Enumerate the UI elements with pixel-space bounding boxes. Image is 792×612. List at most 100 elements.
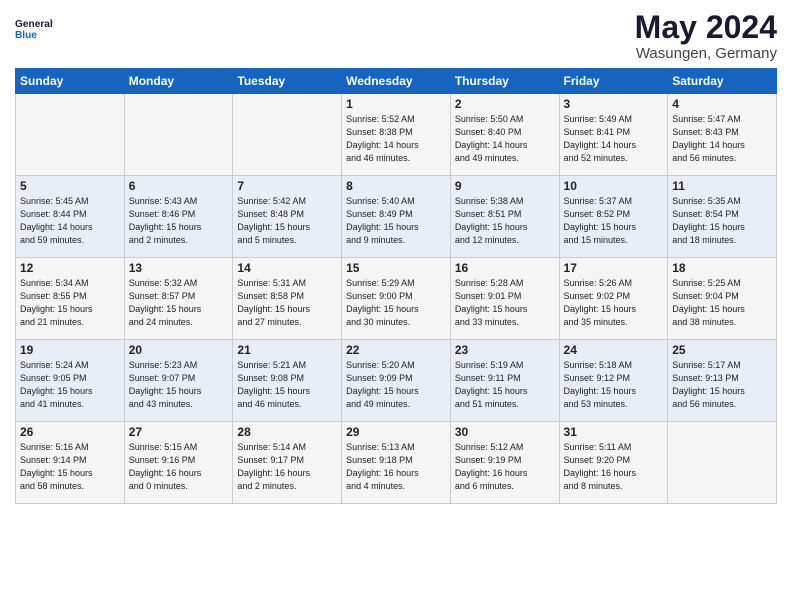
day-cell: 13 Sunrise: 5:32 AMSunset: 8:57 PMDayligh… (124, 258, 233, 340)
day-number: 1 (346, 97, 446, 111)
day-info: Sunrise: 5:52 AMSunset: 8:38 PMDaylight:… (346, 113, 446, 165)
day-cell: 20 Sunrise: 5:23 AMSunset: 9:07 PMDayligh… (124, 340, 233, 422)
month-title: May 2024 (635, 10, 777, 45)
day-info: Sunrise: 5:50 AMSunset: 8:40 PMDaylight:… (455, 113, 555, 165)
col-sunday: Sunday (16, 69, 125, 94)
day-number: 15 (346, 261, 446, 275)
header: General Blue May 2024 Wasungen, Germany (15, 10, 777, 62)
day-cell: 9Sunrise: 5:38 AMSunset: 8:51 PMDaylight… (450, 176, 559, 258)
week-row-3: 12 Sunrise: 5:34 AMSunset: 8:55 PMDayligh… (16, 258, 777, 340)
day-cell: 22 Sunrise: 5:20 AMSunset: 9:09 PMDayligh… (342, 340, 451, 422)
day-info: Sunrise: 5:13 AMSunset: 9:18 PMDaylight:… (346, 441, 446, 493)
svg-text:Blue: Blue (15, 30, 37, 41)
day-info: Sunrise: 5:15 AMSunset: 9:16 PMDaylight:… (129, 441, 229, 493)
day-info: Sunrise: 5:45 AMSunset: 8:44 PMDaylight:… (20, 195, 120, 247)
day-number: 2 (455, 97, 555, 111)
col-monday: Monday (124, 69, 233, 94)
day-info: Sunrise: 5:43 AMSunset: 8:46 PMDaylight:… (129, 195, 229, 247)
day-number: 19 (20, 343, 120, 357)
header-row: Sunday Monday Tuesday Wednesday Thursday… (16, 69, 777, 94)
calendar-table: Sunday Monday Tuesday Wednesday Thursday… (15, 68, 777, 504)
day-number: 23 (455, 343, 555, 357)
day-number: 10 (564, 179, 664, 193)
day-info: Sunrise: 5:11 AMSunset: 9:20 PMDaylight:… (564, 441, 664, 493)
day-number: 12 (20, 261, 120, 275)
day-info: Sunrise: 5:12 AMSunset: 9:19 PMDaylight:… (455, 441, 555, 493)
day-cell: 8 Sunrise: 5:40 AMSunset: 8:49 PMDaylight… (342, 176, 451, 258)
col-tuesday: Tuesday (233, 69, 342, 94)
day-cell: 17 Sunrise: 5:26 AMSunset: 9:02 PMDayligh… (559, 258, 668, 340)
day-cell: 2 Sunrise: 5:50 AMSunset: 8:40 PMDaylight… (450, 94, 559, 176)
day-number: 6 (129, 179, 229, 193)
day-number: 11 (672, 179, 772, 193)
day-cell (668, 422, 777, 504)
week-row-2: 5Sunrise: 5:45 AMSunset: 8:44 PMDaylight… (16, 176, 777, 258)
day-number: 30 (455, 425, 555, 439)
col-wednesday: Wednesday (342, 69, 451, 94)
day-info: Sunrise: 5:32 AMSunset: 8:57 PMDaylight:… (129, 277, 229, 329)
day-number: 9 (455, 179, 555, 193)
day-info: Sunrise: 5:26 AMSunset: 9:02 PMDaylight:… (564, 277, 664, 329)
day-number: 20 (129, 343, 229, 357)
day-info: Sunrise: 5:24 AMSunset: 9:05 PMDaylight:… (20, 359, 120, 411)
day-cell: 15 Sunrise: 5:29 AMSunset: 9:00 PMDayligh… (342, 258, 451, 340)
day-number: 22 (346, 343, 446, 357)
day-number: 13 (129, 261, 229, 275)
day-number: 24 (564, 343, 664, 357)
title-block: May 2024 Wasungen, Germany (635, 10, 777, 62)
day-info: Sunrise: 5:20 AMSunset: 9:09 PMDaylight:… (346, 359, 446, 411)
day-cell: 23Sunrise: 5:19 AMSunset: 9:11 PMDayligh… (450, 340, 559, 422)
day-number: 18 (672, 261, 772, 275)
col-thursday: Thursday (450, 69, 559, 94)
day-number: 16 (455, 261, 555, 275)
day-cell: 6 Sunrise: 5:43 AMSunset: 8:46 PMDaylight… (124, 176, 233, 258)
day-cell (233, 94, 342, 176)
day-cell: 19 Sunrise: 5:24 AMSunset: 9:05 PMDayligh… (16, 340, 125, 422)
day-cell: 18Sunrise: 5:25 AMSunset: 9:04 PMDayligh… (668, 258, 777, 340)
day-number: 31 (564, 425, 664, 439)
day-cell: 7Sunrise: 5:42 AMSunset: 8:48 PMDaylight… (233, 176, 342, 258)
week-row-5: 26Sunrise: 5:16 AMSunset: 9:14 PMDayligh… (16, 422, 777, 504)
day-cell: 26Sunrise: 5:16 AMSunset: 9:14 PMDayligh… (16, 422, 125, 504)
col-saturday: Saturday (668, 69, 777, 94)
logo-svg: General Blue (15, 10, 53, 48)
svg-text:General: General (15, 19, 53, 30)
day-info: Sunrise: 5:23 AMSunset: 9:07 PMDaylight:… (129, 359, 229, 411)
day-info: Sunrise: 5:40 AMSunset: 8:49 PMDaylight:… (346, 195, 446, 247)
day-cell (16, 94, 125, 176)
day-number: 17 (564, 261, 664, 275)
day-cell: 5Sunrise: 5:45 AMSunset: 8:44 PMDaylight… (16, 176, 125, 258)
day-number: 28 (237, 425, 337, 439)
day-info: Sunrise: 5:28 AMSunset: 9:01 PMDaylight:… (455, 277, 555, 329)
day-number: 27 (129, 425, 229, 439)
day-cell: 10 Sunrise: 5:37 AMSunset: 8:52 PMDayligh… (559, 176, 668, 258)
day-info: Sunrise: 5:21 AMSunset: 9:08 PMDaylight:… (237, 359, 337, 411)
calendar-page: General Blue May 2024 Wasungen, Germany … (0, 0, 792, 612)
day-info: Sunrise: 5:29 AMSunset: 9:00 PMDaylight:… (346, 277, 446, 329)
day-info: Sunrise: 5:49 AMSunset: 8:41 PMDaylight:… (564, 113, 664, 165)
day-info: Sunrise: 5:34 AMSunset: 8:55 PMDaylight:… (20, 277, 120, 329)
week-row-1: 1 Sunrise: 5:52 AMSunset: 8:38 PMDaylight… (16, 94, 777, 176)
day-number: 29 (346, 425, 446, 439)
day-cell: 29 Sunrise: 5:13 AMSunset: 9:18 PMDayligh… (342, 422, 451, 504)
day-number: 4 (672, 97, 772, 111)
day-cell: 14 Sunrise: 5:31 AMSunset: 8:58 PMDayligh… (233, 258, 342, 340)
day-info: Sunrise: 5:35 AMSunset: 8:54 PMDaylight:… (672, 195, 772, 247)
day-cell: 25Sunrise: 5:17 AMSunset: 9:13 PMDayligh… (668, 340, 777, 422)
day-info: Sunrise: 5:31 AMSunset: 8:58 PMDaylight:… (237, 277, 337, 329)
day-info: Sunrise: 5:17 AMSunset: 9:13 PMDaylight:… (672, 359, 772, 411)
day-number: 14 (237, 261, 337, 275)
col-friday: Friday (559, 69, 668, 94)
day-number: 21 (237, 343, 337, 357)
day-cell: 3Sunrise: 5:49 AMSunset: 8:41 PMDaylight… (559, 94, 668, 176)
day-info: Sunrise: 5:47 AMSunset: 8:43 PMDaylight:… (672, 113, 772, 165)
day-cell: 11 Sunrise: 5:35 AMSunset: 8:54 PMDayligh… (668, 176, 777, 258)
day-info: Sunrise: 5:37 AMSunset: 8:52 PMDaylight:… (564, 195, 664, 247)
logo: General Blue (15, 10, 53, 48)
day-cell: 16 Sunrise: 5:28 AMSunset: 9:01 PMDayligh… (450, 258, 559, 340)
day-cell (124, 94, 233, 176)
day-cell: 31 Sunrise: 5:11 AMSunset: 9:20 PMDayligh… (559, 422, 668, 504)
day-number: 26 (20, 425, 120, 439)
day-number: 8 (346, 179, 446, 193)
day-cell: 30 Sunrise: 5:12 AMSunset: 9:19 PMDayligh… (450, 422, 559, 504)
